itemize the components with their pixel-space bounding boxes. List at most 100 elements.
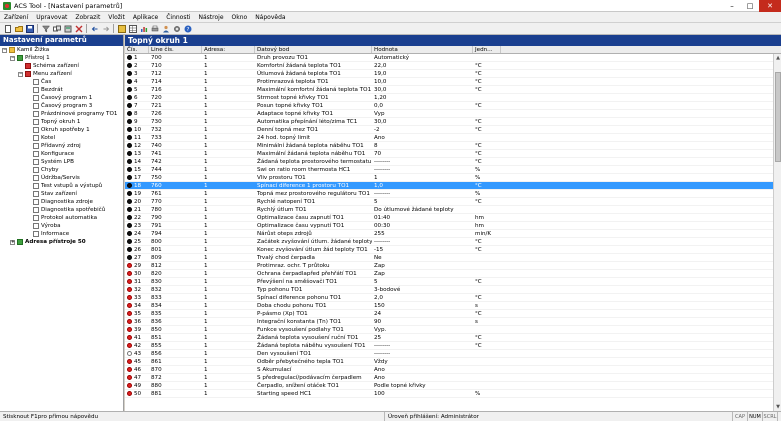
save-icon[interactable] [25,24,34,33]
tree-item[interactable]: Čas [0,78,123,86]
print-icon[interactable] [150,24,159,33]
minimize-button[interactable]: – [723,0,741,12]
column-header-unit[interactable]: Jedn... [473,46,501,53]
table-row[interactable]: 46 870 1 S Akumulací Ano [125,366,781,374]
table-row[interactable]: 8 726 1 Adaptace topné křivky TO1 Vyp [125,110,781,118]
tree-item[interactable]: Schéma zařízení [0,62,123,70]
menu-upravovat[interactable]: Upravovat [32,12,71,23]
menu-vlozit[interactable]: Vložit [104,12,129,23]
tree-item[interactable]: Stav zařízení [0,190,123,198]
tree-item[interactable]: − Kamil Žižka [0,46,123,54]
tree-item[interactable]: − Menu zařízení [0,70,123,78]
open-folder-icon[interactable] [14,24,23,33]
scroll-down-arrow-icon[interactable]: ▼ [774,403,781,411]
table-row[interactable]: 42 855 1 Žádaná teplota náběhu vysoušení TO… [125,342,781,350]
table-row[interactable]: 2 710 1 Komfortní žádaná teplota TO1 22,0 °C [125,62,781,70]
table-row[interactable]: 47 872 1 S předregulací/podávacím čerpadlem… [125,374,781,382]
column-header-number[interactable]: Čís. [125,46,149,53]
table-row[interactable]: 9 730 1 Automatika přepínání léto/zima TC1 3… [125,118,781,126]
table-row[interactable]: 4 714 1 Protimrazová teplota TO1 10,0 °C [125,78,781,86]
close-button[interactable]: ✕ [759,0,781,12]
forward-arrow-icon[interactable] [101,24,110,33]
table-row[interactable]: 20 770 1 Rychlé natopení TO1 5 °C [125,198,781,206]
table-row[interactable]: 45 861 1 Odběr přebytečného tepla TO1 Vždy [125,358,781,366]
maximize-button[interactable]: □ [741,0,759,12]
table-row[interactable]: 12 740 1 Minimální žádaná teplota náběhu TO… [125,142,781,150]
tree-item[interactable]: Topný okruh 1 [0,118,123,126]
menu-zobrazit[interactable]: Zobrazit [71,12,104,23]
table-row[interactable]: 49 880 1 Čerpadlo, snížení otáček TO1 Podle … [125,382,781,390]
expand-icon[interactable]: + [10,239,15,245]
user-icon[interactable] [161,24,170,33]
tree-item[interactable]: Prázdninové programy TO1 [0,110,123,118]
table-row[interactable]: 23 791 1 Optimalizace času vypnutí TO1 00:30… [125,222,781,230]
tree-item[interactable]: + Adresa přístroje 50 [0,238,123,246]
column-header-line[interactable]: Line čís. [149,46,202,53]
table-row[interactable]: 18 760 1 Spínací diference 1 prostoru TO1 1,… [125,182,781,190]
collapse-icon[interactable]: − [2,47,7,53]
table-row[interactable]: 24 794 1 Nárůst oteps zdrojů 255 min/K [125,230,781,238]
collapse-icon[interactable]: − [18,71,23,77]
table-row[interactable]: 15 744 1 Swi on ratio room thermosta HC1 ---… [125,166,781,174]
table-row[interactable]: 39 850 1 Funkce vysoušení podlahy TO1 Vyp. [125,326,781,334]
menu-cinnosti[interactable]: Činnosti [162,12,194,23]
table-row[interactable]: 50 881 1 Starting speed HC1 100% [125,390,781,398]
table-row[interactable]: 26 801 1 Konec zvyšování útlum žád teploty … [125,246,781,254]
tree-item[interactable]: Přídavný zdroj [0,142,123,150]
tree-item[interactable]: − Přístroj 1 [0,54,123,62]
tree-item[interactable]: Okruh spotřeby 1 [0,126,123,134]
scrollbar-thumb[interactable] [775,72,781,162]
settings-icon[interactable] [172,24,181,33]
menu-zarizeni[interactable]: Zařízení [0,12,32,23]
help-icon[interactable]: ? [183,24,192,33]
tree-item[interactable]: Informace [0,230,123,238]
table-row[interactable]: 1 700 1 Druh provozu TO1 Automatický [125,54,781,62]
table-row[interactable]: 35 835 1 P-pásmo (Xp) TO1 24 °C [125,310,781,318]
menu-nastroje[interactable]: Nástroje [195,12,228,23]
tree-item[interactable]: Údržba/Servis [0,174,123,182]
table-row[interactable]: 29 812 1 Protimraz. ochr. T průtoku Zap [125,262,781,270]
column-header-address[interactable]: Adresa: [202,46,255,53]
table-row[interactable]: 6 720 1 Strmost topné křivky TO1 1,20 [125,94,781,102]
delete-icon[interactable] [74,24,83,33]
tree-item[interactable]: Systém LPB [0,158,123,166]
collapse-icon[interactable]: − [10,55,15,61]
menu-napoveda[interactable]: Nápověda [251,12,289,23]
table-row[interactable]: 13 741 1 Maximální žádaná teplota náběhu TO… [125,150,781,158]
tree-item[interactable]: Chyby [0,166,123,174]
table-row[interactable]: 17 750 1 Vliv prostoru TO1 1% [125,174,781,182]
vertical-scrollbar[interactable]: ▲ ▼ [773,54,781,411]
table-row[interactable]: 21 780 1 Rychlý útlum TO1 Do útlumové žádané… [125,206,781,214]
tree-item[interactable]: Diagnostika spotřebičů [0,206,123,214]
tree-item[interactable]: Konfigurace [0,150,123,158]
tree-item[interactable]: Protokol automatika [0,214,123,222]
menu-aplikace[interactable]: Aplikace [129,12,162,23]
table-row[interactable]: 41 851 1 Žádaná teplota vysoušení ruční TO1… [125,334,781,342]
tree-item[interactable]: Diagnostika zdroje [0,198,123,206]
column-header-value[interactable]: Hodnota [372,46,473,53]
filter-icon[interactable] [41,24,50,33]
menu-okno[interactable]: Okno [228,12,252,23]
table-row[interactable]: 19 761 1 Topná mez prostorového regulátoru … [125,190,781,198]
table-row[interactable]: 32 832 1 Typ pohonu TO1 3-bodové [125,286,781,294]
chart-icon[interactable] [139,24,148,33]
table-row[interactable]: 31 830 1 Převýšení na směšovači TO1 5 °C [125,278,781,286]
table-row[interactable]: 25 800 1 Začátek zvyšování útlum. žádané te… [125,238,781,246]
table-row[interactable]: 11 733 1 24 hod. topný limit Ano [125,134,781,142]
table-row[interactable]: 30 820 1 Ochrana čerpadlapřed přehřátí TO1 Z… [125,270,781,278]
table-row[interactable]: 5 716 1 Maximální komfortní žádaná teplota … [125,86,781,94]
column-header-datapoint[interactable]: Datový bod [255,46,372,53]
tree-item[interactable]: Bezdrát [0,86,123,94]
tree-item[interactable]: Časový program 3 [0,102,123,110]
connect-icon[interactable] [52,24,61,33]
table-row[interactable]: 10 732 1 Denní topná mez TO1 -2 °C [125,126,781,134]
table-row[interactable]: 27 809 1 Trvalý chod čerpadla Ne [125,254,781,262]
table-row[interactable]: 36 836 1 Integrační konstanta (Tn) TO1 90 s [125,318,781,326]
table-row[interactable]: 43 856 1 Den vysoušení TO1 -------- [125,350,781,358]
table-row[interactable]: 7 721 1 Posun topné křivky TO1 0,0 °C [125,102,781,110]
table-row[interactable]: 33 833 1 Spínací diference pohonu TO1 2,0 °C [125,294,781,302]
new-document-icon[interactable] [3,24,12,33]
tree-item[interactable]: Kotel [0,134,123,142]
table-row[interactable]: 3 712 1 Útlumová žádaná teplota TO1 19,0 °C [125,70,781,78]
table-row[interactable]: 14 742 1 Žádaná teplota prostorového termos… [125,158,781,166]
